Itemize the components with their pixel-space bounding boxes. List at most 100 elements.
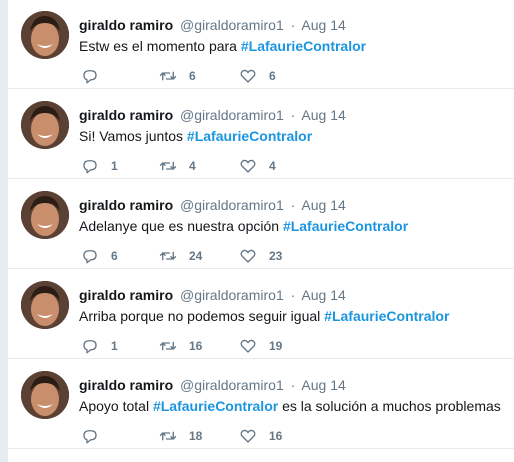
user-handle[interactable]: @giraldoramiro1	[180, 17, 284, 33]
tweet-text-before: Si! Vamos juntos	[79, 128, 184, 144]
avatar[interactable]	[21, 101, 69, 149]
retweet-count: 24	[189, 249, 203, 263]
user-name[interactable]: giraldo ramiro	[79, 287, 173, 303]
user-handle[interactable]: @giraldoramiro1	[180, 107, 284, 123]
tweet[interactable]: giraldo ramiro @giraldoramiro1 · Aug 14 …	[8, 0, 514, 89]
avatar[interactable]	[21, 371, 69, 419]
hashtag-link[interactable]: #LafaurieContralor	[283, 218, 408, 234]
tweet-date[interactable]: Aug 14	[301, 17, 345, 33]
reply-icon	[83, 250, 97, 264]
retweet-button[interactable]: 4	[159, 156, 196, 176]
tweet-date[interactable]: Aug 14	[301, 287, 345, 303]
retweet-icon	[159, 431, 177, 441]
user-name[interactable]: giraldo ramiro	[79, 107, 173, 123]
user-name[interactable]: giraldo ramiro	[79, 377, 173, 393]
tweet-text-before: Estw es el momento para	[79, 38, 237, 54]
heart-icon	[240, 69, 256, 83]
user-name[interactable]: giraldo ramiro	[79, 197, 173, 213]
like-button[interactable]: 4	[239, 156, 276, 176]
retweet-button[interactable]: 16	[159, 336, 202, 356]
tweet-date[interactable]: Aug 14	[301, 197, 345, 213]
retweet-button[interactable]: 6	[159, 66, 196, 86]
reply-icon	[83, 430, 97, 444]
avatar[interactable]	[21, 281, 69, 329]
retweet-button[interactable]: 18	[159, 426, 202, 446]
tweet-header: giraldo ramiro @giraldoramiro1 · Aug 14	[79, 16, 346, 34]
separator: ·	[290, 197, 296, 213]
tweet-date[interactable]: Aug 14	[301, 377, 345, 393]
like-count: 19	[269, 339, 283, 353]
like-button[interactable]: 23	[239, 246, 282, 266]
retweet-count: 16	[189, 339, 203, 353]
tweet-actions: 1 4 4	[79, 156, 379, 176]
hashtag-link[interactable]: #LafaurieContralor	[187, 128, 312, 144]
tweet-actions: 1 16 19	[79, 336, 379, 356]
tweet-header: giraldo ramiro @giraldoramiro1 · Aug 14	[79, 106, 346, 124]
like-button[interactable]: 16	[239, 426, 282, 446]
tweet-text-before: Apoyo total	[79, 398, 150, 414]
reply-count: 6	[111, 249, 118, 263]
hashtag-link[interactable]: #LafaurieContralor	[153, 398, 278, 414]
tweet-actions: 6 24 23	[79, 246, 379, 266]
reply-icon	[83, 160, 97, 174]
like-count: 4	[269, 159, 276, 173]
tweet-header: giraldo ramiro @giraldoramiro1 · Aug 14	[79, 376, 346, 394]
tweet-feed: giraldo ramiro @giraldoramiro1 · Aug 14 …	[8, 0, 514, 462]
like-button[interactable]: 19	[239, 336, 282, 356]
retweet-count: 18	[189, 429, 203, 443]
tweet-actions: 18 16	[79, 426, 379, 446]
user-name[interactable]: giraldo ramiro	[79, 17, 173, 33]
tweet-text: Si! Vamos juntos #LafaurieContralor	[79, 127, 312, 146]
reply-button[interactable]: 6	[81, 246, 118, 266]
reply-count: 1	[111, 159, 118, 173]
retweet-button[interactable]: 24	[159, 246, 202, 266]
avatar[interactable]	[21, 191, 69, 239]
avatar[interactable]	[21, 11, 69, 59]
tweet-text-before: Arriba porque no podemos seguir igual	[79, 308, 321, 324]
hashtag-link[interactable]: #LafaurieContralor	[241, 38, 366, 54]
tweet-header: giraldo ramiro @giraldoramiro1 · Aug 14	[79, 196, 346, 214]
heart-icon	[240, 339, 256, 353]
reply-button[interactable]	[81, 426, 111, 446]
like-count: 23	[269, 249, 283, 263]
heart-icon	[240, 159, 256, 173]
reply-count: 1	[111, 339, 118, 353]
like-button[interactable]: 6	[239, 66, 276, 86]
retweet-count: 4	[189, 159, 196, 173]
tweet-date[interactable]: Aug 14	[301, 107, 345, 123]
tweet-header: giraldo ramiro @giraldoramiro1 · Aug 14	[79, 286, 346, 304]
heart-icon	[240, 429, 256, 443]
tweet[interactable]: giraldo ramiro @giraldoramiro1 · Aug 14 …	[8, 180, 514, 269]
heart-icon	[240, 249, 256, 263]
like-count: 6	[269, 69, 276, 83]
retweet-icon	[159, 341, 177, 351]
retweet-icon	[159, 161, 177, 171]
retweet-icon	[159, 251, 177, 261]
reply-icon	[83, 70, 97, 84]
tweet-text: Arriba porque no podemos seguir igual #L…	[79, 307, 449, 326]
tweet-text-after: es la solución a muchos problemas	[282, 398, 501, 414]
reply-button[interactable]: 1	[81, 336, 118, 356]
hashtag-link[interactable]: #LafaurieContralor	[324, 308, 449, 324]
user-handle[interactable]: @giraldoramiro1	[180, 287, 284, 303]
user-handle[interactable]: @giraldoramiro1	[180, 197, 284, 213]
tweet-text: Adelanye que es nuestra opción #Lafaurie…	[79, 217, 408, 236]
separator: ·	[290, 107, 296, 123]
separator: ·	[290, 377, 296, 393]
reply-icon	[83, 340, 97, 354]
reply-button[interactable]	[81, 66, 111, 86]
tweet-actions: 6 6	[79, 66, 379, 86]
tweet[interactable]: giraldo ramiro @giraldoramiro1 · Aug 14 …	[8, 360, 514, 449]
retweet-icon	[159, 71, 177, 81]
tweet[interactable]: giraldo ramiro @giraldoramiro1 · Aug 14 …	[8, 90, 514, 179]
reply-button[interactable]: 1	[81, 156, 118, 176]
separator: ·	[290, 287, 296, 303]
like-count: 16	[269, 429, 283, 443]
retweet-count: 6	[189, 69, 196, 83]
user-handle[interactable]: @giraldoramiro1	[180, 377, 284, 393]
tweet-text-before: Adelanye que es nuestra opción	[79, 218, 280, 234]
tweet[interactable]: giraldo ramiro @giraldoramiro1 · Aug 14 …	[8, 270, 514, 359]
tweet-text: Apoyo total #LafaurieContralor es la sol…	[79, 397, 501, 416]
separator: ·	[290, 17, 296, 33]
tweet-text: Estw es el momento para #LafaurieContral…	[79, 37, 366, 56]
